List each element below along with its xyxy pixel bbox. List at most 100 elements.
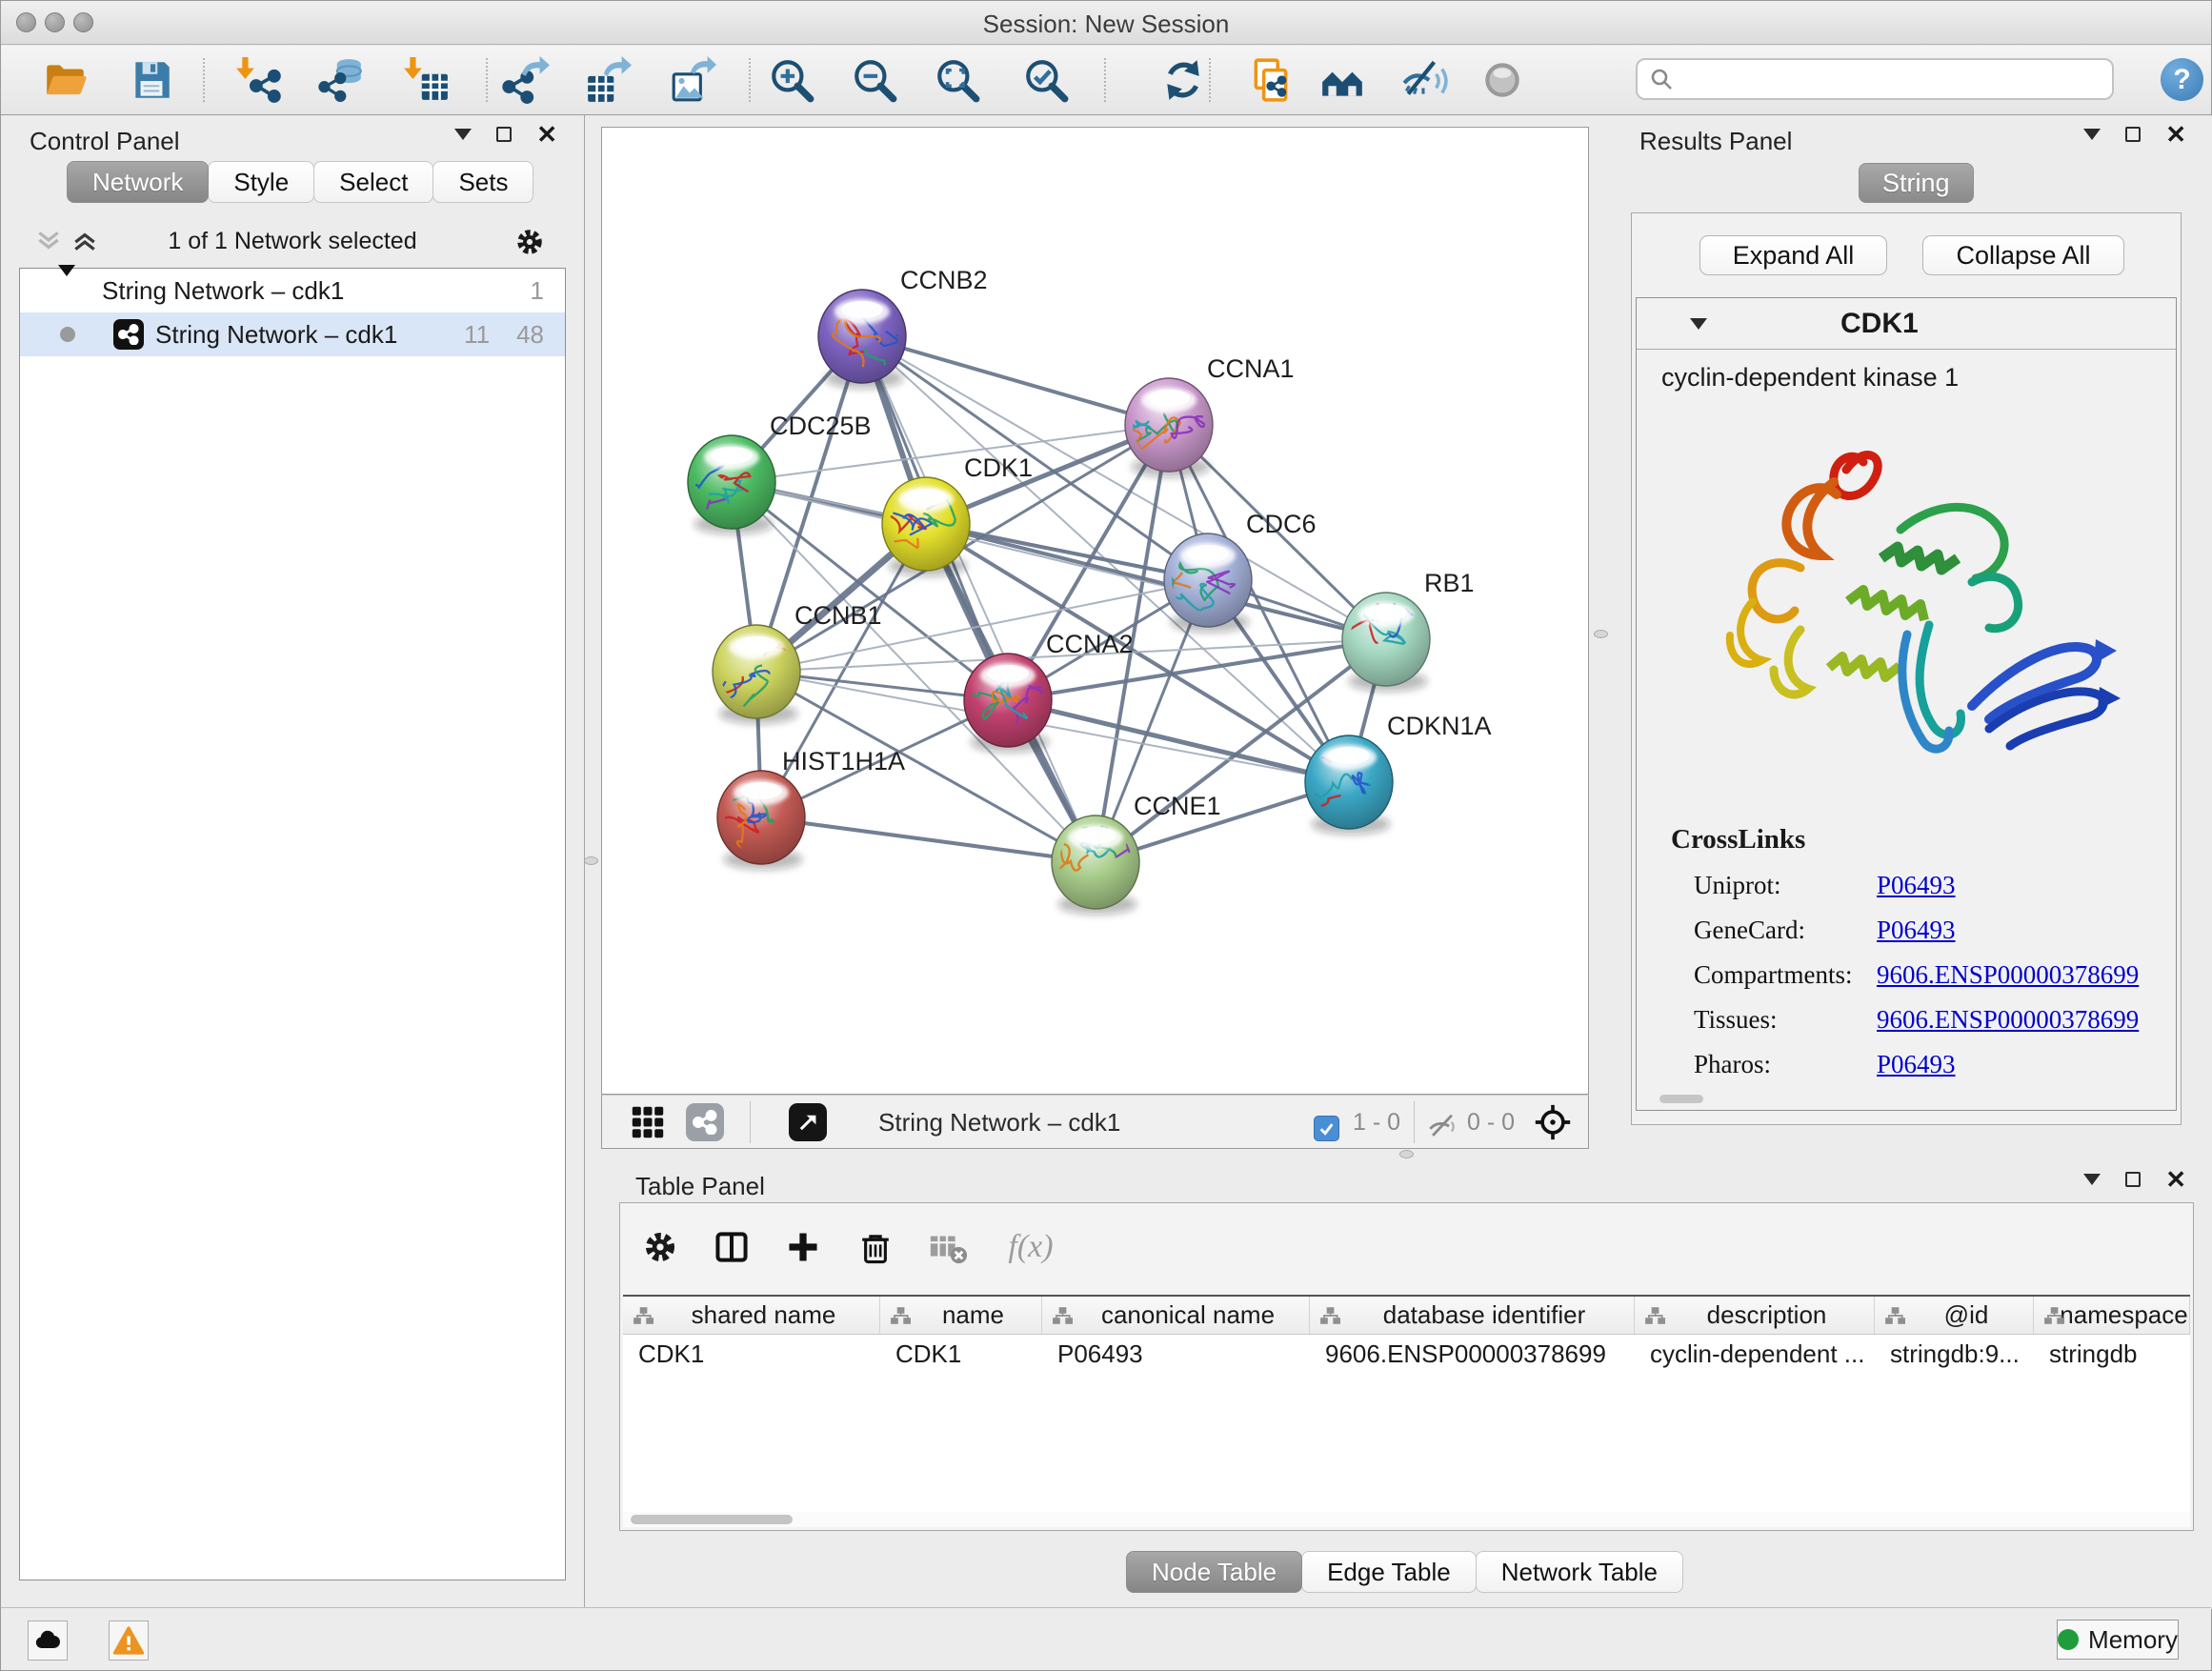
selected-count: 1 - 0 (1353, 1109, 1400, 1137)
save-session-button[interactable] (123, 51, 180, 109)
birdseye-button[interactable] (1534, 1103, 1572, 1141)
export-image-button[interactable] (664, 51, 721, 109)
documents-button[interactable] (1243, 51, 1300, 109)
tab-edge-table[interactable]: Edge Table (1301, 1551, 1477, 1593)
export-network-button[interactable] (497, 51, 554, 109)
collapse-all-button[interactable]: Collapse All (1922, 235, 2124, 275)
show-graphics-details-button[interactable] (1474, 51, 1531, 109)
network-edge[interactable] (862, 336, 1169, 425)
float-panel-icon[interactable] (2125, 127, 2141, 142)
show-columns-button[interactable] (709, 1224, 754, 1270)
column-header[interactable]: @id (1875, 1297, 2034, 1334)
network-row[interactable]: String Network – cdk1 11 48 (20, 312, 565, 356)
network-collection-row[interactable]: String Network – cdk1 1 (20, 269, 565, 312)
column-header[interactable]: canonical name (1042, 1297, 1310, 1334)
table-settings-button[interactable] (637, 1224, 683, 1270)
network-edge[interactable] (761, 817, 1096, 862)
delete-column-button[interactable] (853, 1224, 898, 1270)
zoom-selected-button[interactable] (1017, 51, 1075, 109)
panel-menu-icon[interactable] (2083, 129, 2101, 140)
expand-all-button[interactable]: Expand All (1699, 235, 1887, 275)
network-canvas[interactable]: CCNB2CCNA1CDC25BCDK1CDC6RB1CCNB1CCNA2CDK… (601, 127, 1589, 1095)
tab-sets[interactable]: Sets (432, 161, 533, 203)
network-node[interactable] (693, 614, 800, 724)
tab-network-table[interactable]: Network Table (1476, 1551, 1683, 1593)
network-node[interactable] (1112, 378, 1213, 477)
float-panel-icon[interactable] (2125, 1172, 2141, 1187)
tab-network[interactable]: Network (67, 161, 209, 203)
options-gear-icon[interactable] (513, 226, 546, 263)
memory-button[interactable]: Memory (2057, 1620, 2179, 1660)
table-cell[interactable]: stringdb (2034, 1335, 2190, 1373)
create-column-button[interactable] (780, 1224, 826, 1270)
tab-select[interactable]: Select (313, 161, 433, 203)
horizontal-splitter-handle[interactable] (1399, 1150, 1414, 1158)
search-input[interactable] (1674, 62, 2112, 96)
cloud-status-button[interactable] (28, 1621, 68, 1661)
delete-table-button[interactable] (925, 1224, 971, 1270)
export-table-button[interactable] (579, 51, 636, 109)
detach-view-button[interactable] (789, 1103, 827, 1141)
table-cell[interactable]: CDK1 (880, 1335, 1042, 1373)
network-node[interactable] (713, 771, 805, 870)
hide-graphics-details-button[interactable] (1396, 51, 1453, 109)
table-hscrollbar-thumb[interactable] (631, 1515, 793, 1524)
crosslink-link[interactable]: P06493 (1877, 916, 1956, 945)
function-builder-button[interactable]: f(x) (997, 1224, 1064, 1270)
zoom-in-button[interactable] (763, 51, 820, 109)
tab-node-table[interactable]: Node Table (1126, 1551, 1302, 1593)
network-node[interactable] (1052, 815, 1139, 915)
crosslink-link[interactable]: P06493 (1877, 1050, 1956, 1079)
right-splitter-handle[interactable] (1594, 630, 1608, 638)
close-panel-icon[interactable]: ✕ (2165, 127, 2186, 142)
table-cell[interactable]: P06493 (1042, 1335, 1310, 1373)
column-header[interactable]: namespace (2034, 1297, 2190, 1334)
ndex-button[interactable] (1314, 51, 1371, 109)
help-button[interactable]: ? (2161, 58, 2203, 101)
network-node[interactable] (818, 290, 910, 389)
apply-layout-button[interactable] (1155, 51, 1212, 109)
table-cell[interactable]: stringdb:9... (1875, 1335, 2034, 1373)
left-splitter-handle[interactable] (584, 856, 598, 865)
column-header[interactable]: database identifier (1310, 1297, 1635, 1334)
network-edge[interactable] (862, 336, 1096, 862)
collapse-section-icon[interactable] (1690, 318, 1707, 330)
network-node[interactable] (649, 435, 775, 534)
network-node[interactable] (961, 654, 1052, 753)
table-hscrollbar[interactable] (623, 1512, 2190, 1527)
column-header[interactable]: shared name (623, 1297, 880, 1334)
crosslink-link[interactable]: 9606.ENSP00000378699 (1877, 960, 2139, 990)
panel-menu-icon[interactable] (454, 129, 472, 140)
float-panel-icon[interactable] (496, 127, 512, 142)
column-header[interactable]: description (1635, 1297, 1875, 1334)
results-scrollbar-thumb[interactable] (1659, 1095, 1703, 1103)
close-panel-icon[interactable]: ✕ (536, 127, 557, 142)
protein-card-header[interactable]: CDK1 (1637, 298, 2176, 350)
grid-mode-button[interactable] (629, 1103, 667, 1141)
zoom-fit-button[interactable] (929, 51, 986, 109)
open-file-button[interactable] (37, 51, 94, 109)
tab-style[interactable]: Style (208, 161, 314, 203)
column-header[interactable]: name (880, 1297, 1042, 1334)
network-edge[interactable] (1008, 700, 1349, 782)
network-mode-button[interactable] (686, 1103, 724, 1141)
table-cell[interactable]: cyclin-dependent ... (1635, 1335, 1875, 1373)
crosslink-link[interactable]: P06493 (1877, 871, 1956, 900)
collapse-arrow-icon[interactable] (58, 276, 75, 306)
close-panel-icon[interactable]: ✕ (2165, 1172, 2186, 1187)
import-table-button[interactable] (398, 51, 455, 109)
tab-string[interactable]: String (1859, 163, 1974, 203)
import-network-from-database-button[interactable] (313, 51, 371, 109)
warnings-button[interactable] (109, 1621, 149, 1661)
table-cell[interactable]: 9606.ENSP00000378699 (1310, 1335, 1635, 1373)
panel-menu-icon[interactable] (2083, 1174, 2101, 1185)
network-node[interactable] (1257, 728, 1393, 835)
table-row[interactable]: CDK1CDK1P064939606.ENSP00000378699cyclin… (623, 1335, 2190, 1373)
network-edge[interactable] (926, 524, 1386, 639)
hidden-toggle[interactable] (1423, 1107, 1461, 1145)
import-network-button[interactable] (231, 51, 288, 109)
selected-checkbox[interactable] (1307, 1109, 1345, 1147)
table-cell[interactable]: CDK1 (623, 1335, 880, 1373)
crosslink-link[interactable]: 9606.ENSP00000378699 (1877, 1005, 2139, 1035)
zoom-out-button[interactable] (846, 51, 903, 109)
